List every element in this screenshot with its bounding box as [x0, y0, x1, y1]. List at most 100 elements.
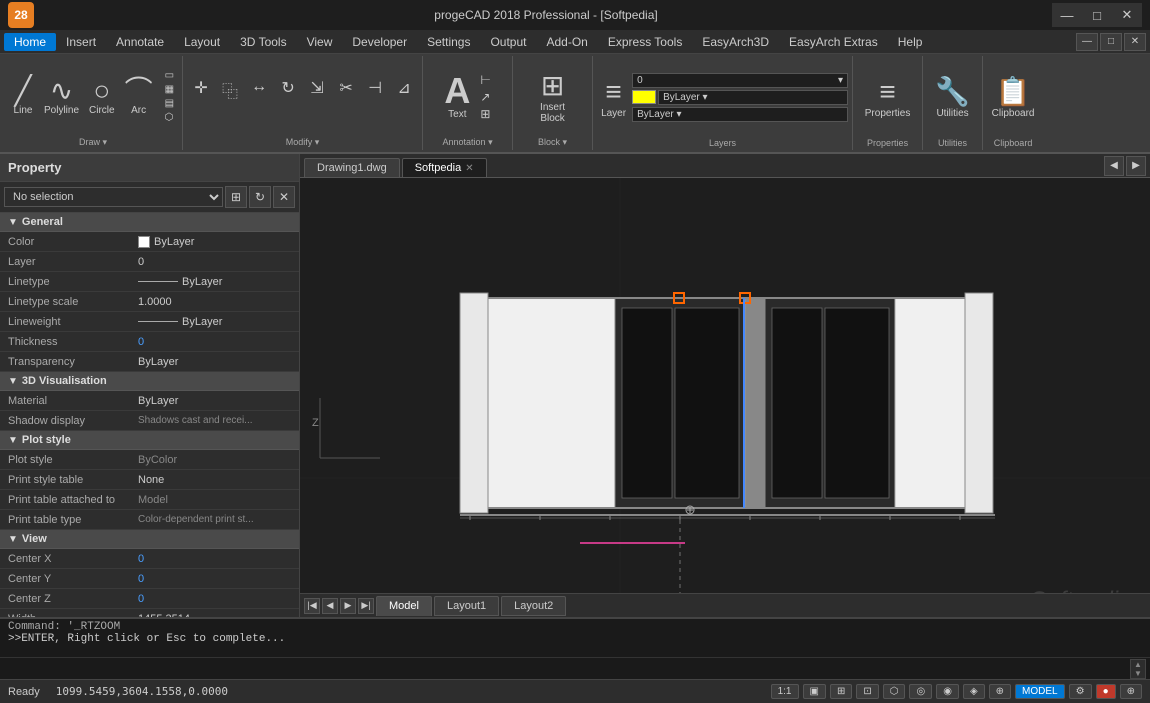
menu-insert[interactable]: Insert [56, 33, 106, 51]
menu-easyarch-extras[interactable]: EasyArch Extras [779, 33, 888, 51]
prop-icon-btn-1[interactable]: ⊞ [225, 186, 247, 208]
prop-section-plot[interactable]: ▼ Plot style [0, 431, 299, 450]
ribbon-btn-dim[interactable]: ⊢ [476, 72, 494, 88]
prop-section-general[interactable]: ▼ General [0, 213, 299, 232]
ribbon-btn-layer[interactable]: ≡ Layer [597, 72, 630, 122]
menu-help[interactable]: Help [888, 33, 933, 51]
prop-value-center-y[interactable]: 0 [130, 569, 299, 588]
menu-view[interactable]: View [297, 33, 343, 51]
prop-value-linetype-scale[interactable]: 1.0000 [130, 292, 299, 311]
status-btn-polar[interactable]: ⬡ [883, 684, 906, 699]
ribbon-btn-stretch[interactable]: ↔ [245, 77, 273, 109]
status-btn-otrack[interactable]: ◉ [936, 684, 959, 699]
ribbon-btn-rotate[interactable]: ↻ [274, 77, 302, 109]
layout-nav-next[interactable]: ▶ [340, 598, 356, 614]
status-btn-settings[interactable]: ⚙ [1069, 684, 1092, 699]
status-btn-osnap[interactable]: ◎ [909, 684, 932, 699]
layout-tab-model[interactable]: Model [376, 596, 432, 616]
prop-value-material[interactable]: ByLayer [130, 391, 299, 410]
ribbon-btn-line[interactable]: ╱ Line [8, 72, 38, 122]
close-button[interactable]: ✕ [1112, 3, 1142, 27]
layout-tab-1[interactable]: Layout1 [434, 596, 499, 616]
ribbon-btn-mirror[interactable]: ⊿ [390, 77, 418, 109]
status-btn-ducs[interactable]: ◈ [963, 684, 985, 699]
draw-tab-drawing1[interactable]: Drawing1.dwg [304, 158, 400, 177]
prop-value-thickness[interactable]: 0 [130, 332, 299, 351]
ribbon-inner-minimize[interactable]: — [1076, 33, 1098, 51]
ribbon-btn-gradient[interactable]: ▤ [161, 97, 178, 110]
ribbon-btn-trim[interactable]: ✂ [332, 77, 360, 109]
prop-value-print-table[interactable]: None [130, 470, 299, 489]
prop-value-linetype[interactable]: ByLayer [130, 272, 299, 291]
status-btn-scale[interactable]: 1:1 [771, 684, 799, 699]
layer-lineweight[interactable]: ByLayer ▾ [632, 107, 848, 122]
status-btn-ortho[interactable]: ⊡ [856, 684, 878, 699]
draw-tab-softpedia[interactable]: Softpedia ✕ [402, 158, 487, 177]
ribbon-btn-text[interactable]: A Text [440, 71, 474, 122]
status-btn-add[interactable]: ⊕ [1120, 684, 1142, 699]
ribbon-btn-table[interactable]: ⊞ [476, 106, 494, 122]
prop-value-color[interactable]: ByLayer [130, 232, 299, 251]
layout-nav-prev[interactable]: ◀ [322, 598, 338, 614]
status-btn-model[interactable]: MODEL [1015, 684, 1065, 699]
prop-icon-btn-3[interactable]: ✕ [273, 186, 295, 208]
menu-annotate[interactable]: Annotate [106, 33, 174, 51]
layout-nav-first[interactable]: |◀ [304, 598, 320, 614]
menu-easyarch3d[interactable]: EasyArch3D [692, 33, 779, 51]
prop-value-layer[interactable]: 0 [130, 252, 299, 271]
selection-dropdown[interactable]: No selection All [4, 187, 223, 207]
ribbon-btn-leader[interactable]: ↗ [476, 89, 494, 105]
menu-developer[interactable]: Developer [342, 33, 417, 51]
menu-layout[interactable]: Layout [174, 33, 230, 51]
ribbon-inner-close[interactable]: ✕ [1124, 33, 1146, 51]
status-btn-dot[interactable]: ● [1096, 684, 1116, 699]
tab-nav-left[interactable]: ◀ [1104, 156, 1124, 176]
ribbon-btn-properties[interactable]: ≡ Properties [861, 72, 915, 122]
ribbon-btn-scale[interactable]: ⇲ [303, 77, 331, 109]
menu-settings[interactable]: Settings [417, 33, 480, 51]
prop-value-print-attached[interactable]: Model [130, 490, 299, 509]
minimize-button[interactable]: — [1052, 3, 1082, 27]
layer-dropdown-arrow[interactable]: ▾ [838, 75, 843, 86]
tab-nav-right[interactable]: ▶ [1126, 156, 1146, 176]
ribbon-inner-maximize[interactable]: □ [1100, 33, 1122, 51]
prop-value-print-type[interactable]: Color-dependent print st... [130, 510, 299, 529]
ribbon-btn-hatch[interactable]: ▦ [161, 83, 178, 96]
layer-color-swatch[interactable] [632, 90, 656, 104]
ribbon-btn-clipboard[interactable]: 📋 Clipboard [988, 72, 1039, 122]
command-input[interactable] [4, 661, 1130, 677]
prop-value-plot-style[interactable]: ByColor [130, 450, 299, 469]
status-btn-dyn[interactable]: ⊕ [989, 684, 1011, 699]
prop-value-center-x[interactable]: 0 [130, 549, 299, 568]
maximize-button[interactable]: □ [1082, 3, 1112, 27]
layer-linetype[interactable]: ByLayer ▾ [658, 90, 848, 105]
cmd-scroll-down[interactable]: ▼ [1131, 669, 1145, 678]
menu-express-tools[interactable]: Express Tools [598, 33, 692, 51]
prop-section-view[interactable]: ▼ View [0, 530, 299, 549]
softpedia-tab-close[interactable]: ✕ [465, 163, 473, 174]
ribbon-btn-polyline[interactable]: ∿ Polyline [40, 72, 83, 122]
menu-3d-tools[interactable]: 3D Tools [230, 33, 296, 51]
ribbon-btn-arc[interactable]: ⌒ Arc [121, 72, 157, 122]
prop-value-lineweight[interactable]: ByLayer [130, 312, 299, 331]
layout-nav-last[interactable]: ▶| [358, 598, 374, 614]
ribbon-btn-utilities[interactable]: 🔧 Utilities [931, 72, 974, 122]
menu-output[interactable]: Output [480, 33, 536, 51]
prop-icon-btn-2[interactable]: ↻ [249, 186, 271, 208]
ribbon-btn-circle[interactable]: ○ Circle [85, 72, 119, 122]
ribbon-btn-extend[interactable]: ⊣ [361, 77, 389, 109]
ribbon-btn-copy[interactable]: ⿻ [216, 77, 244, 109]
status-btn-grid[interactable]: ⊞ [830, 684, 852, 699]
prop-value-transparency[interactable]: ByLayer [130, 352, 299, 371]
status-btn-snap[interactable]: ▣ [803, 684, 826, 699]
layout-tab-2[interactable]: Layout2 [501, 596, 566, 616]
ribbon-btn-move[interactable]: ✛ [187, 77, 215, 109]
menu-home[interactable]: Home [4, 33, 56, 51]
prop-value-width[interactable]: 1455.3514 [130, 609, 299, 617]
ribbon-btn-boundary[interactable]: ⬡ [161, 111, 178, 124]
menu-addon[interactable]: Add-On [536, 33, 597, 51]
ribbon-btn-rectangle[interactable]: ▭ [161, 69, 178, 82]
canvas-area[interactable]: Z Softpedia [300, 178, 1150, 593]
cmd-scroll-up[interactable]: ▲ [1131, 660, 1145, 669]
prop-section-3d[interactable]: ▼ 3D Visualisation [0, 372, 299, 391]
